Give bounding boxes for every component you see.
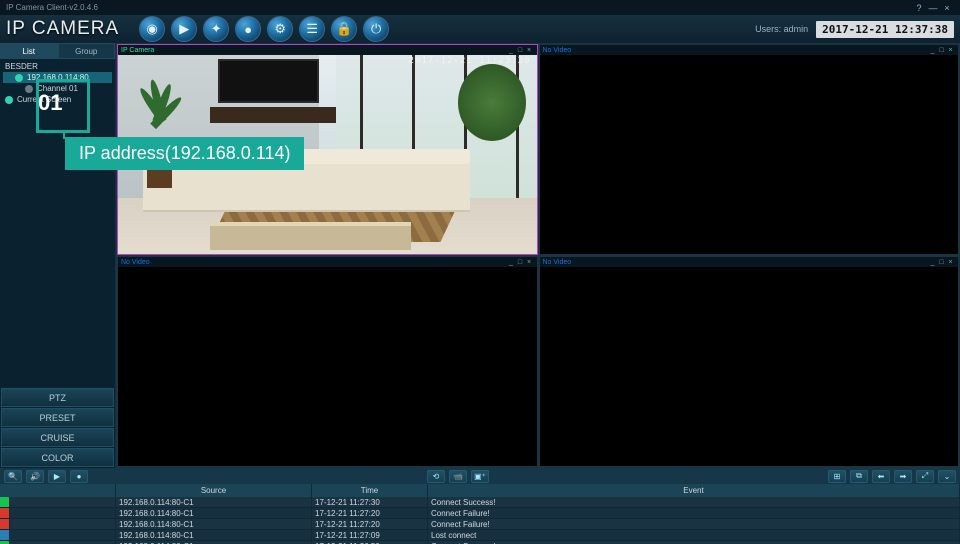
ctrl-right-2[interactable]: ⬅ <box>872 470 890 483</box>
toolbar-button-3[interactable]: ● <box>235 16 261 42</box>
brand-logo: IP CAMERA <box>6 18 119 40</box>
pane-control-0[interactable]: _ <box>928 259 937 266</box>
sidebar-button-cruise[interactable]: CRUISE <box>1 428 114 447</box>
tree-bullet-icon <box>5 96 13 104</box>
feed-timestamp: 2017-12-21 11:23:30 <box>409 56 531 66</box>
pane-control-0[interactable]: _ <box>507 47 516 54</box>
log-event: Connect Failure! <box>428 519 960 529</box>
log-source: 192.168.0.114:80-C1 <box>116 497 312 507</box>
toolbar-button-7[interactable]: ⏻ <box>363 16 389 42</box>
ctrl-mid-1[interactable]: 📹 <box>449 470 467 483</box>
pane-control-0[interactable]: _ <box>507 259 516 266</box>
pane-title: No Video <box>121 259 150 266</box>
log-source: 192.168.0.114:80-C1 <box>116 519 312 529</box>
log-event: Connect Failure! <box>428 508 960 518</box>
toolbar-button-2[interactable]: ✦ <box>203 16 229 42</box>
ctrl-left-2[interactable]: ▶ <box>48 470 66 483</box>
help-button[interactable]: ? <box>912 3 926 13</box>
video-pane-4[interactable]: No Video _□× <box>539 256 960 467</box>
ctrl-right-4[interactable]: ⤢ <box>916 470 934 483</box>
pane-title: No Video <box>543 47 572 54</box>
pane-control-2[interactable]: × <box>525 259 534 266</box>
pane-control-1[interactable]: □ <box>516 47 525 54</box>
pane-control-0[interactable]: _ <box>928 47 937 54</box>
log-time: 17-12-21 11:27:20 <box>312 519 428 529</box>
pane-title: IP Camera <box>121 47 154 54</box>
log-header-time: Time <box>312 484 428 497</box>
log-header-source: Source <box>116 484 312 497</box>
log-status-icon <box>0 530 10 540</box>
ctrl-left-0[interactable]: 🔍 <box>4 470 22 483</box>
pane-control-2[interactable]: × <box>946 259 955 266</box>
log-row[interactable]: 192.168.0.114:80-C117-12-21 11:27:09Lost… <box>0 530 960 541</box>
log-event: Lost connect <box>428 530 960 540</box>
pane-control-2[interactable]: × <box>525 47 534 54</box>
log-header-event: Event <box>428 484 960 497</box>
users-label: Users: admin <box>755 24 808 34</box>
ctrl-right-1[interactable]: ⧉ <box>850 470 868 483</box>
sidebar-button-color[interactable]: COLOR <box>1 448 114 467</box>
ctrl-left-1[interactable]: 🔊 <box>26 470 44 483</box>
ctrl-right-3[interactable]: ➡ <box>894 470 912 483</box>
tree-bullet-icon <box>25 85 33 93</box>
sidebar-button-preset[interactable]: PRESET <box>1 408 114 427</box>
video-pane-3[interactable]: No Video _□× <box>117 256 538 467</box>
tree-node-0[interactable]: BESDER <box>3 61 112 72</box>
ctrl-mid-2[interactable]: ▣⁺ <box>471 470 489 483</box>
ctrl-mid-0[interactable]: ⟲ <box>427 470 445 483</box>
pane-control-1[interactable]: □ <box>516 259 525 266</box>
tab-list[interactable]: List <box>0 43 58 59</box>
sidebar-button-ptz[interactable]: PTZ <box>1 388 114 407</box>
pane-control-1[interactable]: □ <box>937 259 946 266</box>
annotation-number: 01 <box>38 90 62 116</box>
toolbar-button-1[interactable]: ▶ <box>171 16 197 42</box>
toolbar-button-6[interactable]: 🔒 <box>331 16 357 42</box>
ctrl-right-5[interactable]: ⌄ <box>938 470 956 483</box>
log-row[interactable]: 192.168.0.114:80-C117-12-21 11:27:30Conn… <box>0 497 960 508</box>
clock-display: 2017-12-21 12:37:38 <box>816 21 954 38</box>
log-source: 192.168.0.114:80-C1 <box>116 530 312 540</box>
log-time: 17-12-21 11:27:20 <box>312 508 428 518</box>
annotation-label: IP address(192.168.0.114) <box>65 137 304 170</box>
toolbar-button-0[interactable]: ◉ <box>139 16 165 42</box>
app-title: IP Camera Client-v2.0.4.6 <box>6 3 98 12</box>
tab-group[interactable]: Group <box>58 43 116 59</box>
tree-bullet-icon <box>15 74 23 82</box>
log-time: 17-12-21 11:27:09 <box>312 530 428 540</box>
close-button[interactable]: × <box>940 3 954 13</box>
toolbar-button-4[interactable]: ⚙ <box>267 16 293 42</box>
pane-title: No Video <box>543 259 572 266</box>
log-status-icon <box>0 508 10 518</box>
pane-control-1[interactable]: □ <box>937 47 946 54</box>
log-row[interactable]: 192.168.0.114:80-C117-12-21 11:27:20Conn… <box>0 519 960 530</box>
pane-control-2[interactable]: × <box>946 47 955 54</box>
toolbar-button-5[interactable]: ☰ <box>299 16 325 42</box>
ctrl-right-0[interactable]: ⊞ <box>828 470 846 483</box>
tree-label: BESDER <box>5 62 38 71</box>
ctrl-left-3[interactable]: ● <box>70 470 88 483</box>
log-status-icon <box>0 519 10 529</box>
log-status-icon <box>0 497 10 507</box>
log-time: 17-12-21 11:27:30 <box>312 497 428 507</box>
log-event: Connect Success! <box>428 497 960 507</box>
log-row[interactable]: 192.168.0.114:80-C117-12-21 11:27:20Conn… <box>0 508 960 519</box>
video-pane-2[interactable]: No Video _□× <box>539 44 960 255</box>
minimize-button[interactable]: — <box>926 3 940 13</box>
log-source: 192.168.0.114:80-C1 <box>116 508 312 518</box>
